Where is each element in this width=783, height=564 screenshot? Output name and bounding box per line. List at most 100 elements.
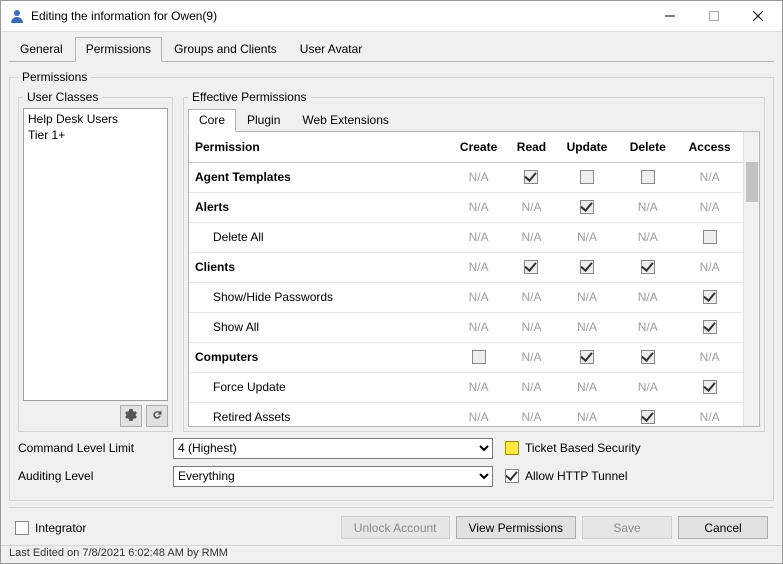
- table-row: ClientsN/AN/A: [189, 252, 743, 282]
- close-button[interactable]: [736, 2, 780, 30]
- cell-na: N/A: [676, 162, 743, 192]
- cell-na: N/A: [619, 282, 676, 312]
- cell-na: N/A: [508, 192, 555, 222]
- tab-general[interactable]: General: [9, 37, 74, 62]
- cell-na: N/A: [508, 402, 555, 426]
- cell-na: N/A: [676, 192, 743, 222]
- permission-label: Computers: [189, 342, 449, 372]
- permission-checkbox[interactable]: [703, 380, 717, 394]
- col-access: Access: [676, 132, 743, 162]
- view-permissions-button[interactable]: View Permissions: [456, 516, 576, 539]
- table-row: Agent TemplatesN/AN/A: [189, 162, 743, 192]
- cell-na: N/A: [555, 282, 619, 312]
- tab-permissions[interactable]: Permissions: [75, 37, 162, 62]
- list-item[interactable]: Tier 1+: [28, 127, 163, 143]
- bottom-form: Command Level Limit 4 (Highest) Ticket B…: [18, 436, 765, 492]
- cell-na: N/A: [508, 282, 555, 312]
- cell-na: N/A: [676, 342, 743, 372]
- cell-na: N/A: [555, 312, 619, 342]
- permission-checkbox[interactable]: [641, 260, 655, 274]
- tab-groups-clients[interactable]: Groups and Clients: [163, 37, 288, 62]
- permission-checkbox[interactable]: [524, 260, 538, 274]
- minimize-button[interactable]: [648, 2, 692, 30]
- permission-checkbox[interactable]: [703, 320, 717, 334]
- allow-http-label: Allow HTTP Tunnel: [525, 469, 628, 483]
- effective-permissions-group: Effective Permissions Core Plugin Web Ex…: [183, 90, 765, 432]
- cell-na: N/A: [619, 192, 676, 222]
- permission-checkbox[interactable]: [580, 200, 594, 214]
- scrollbar[interactable]: [743, 132, 759, 426]
- col-read: Read: [508, 132, 555, 162]
- table-row: Computers N/A N/A: [189, 342, 743, 372]
- col-delete: Delete: [619, 132, 676, 162]
- tab-user-avatar[interactable]: User Avatar: [289, 37, 373, 62]
- user-classes-group: User Classes Help Desk Users Tier 1+: [18, 90, 173, 432]
- allow-http-checkbox[interactable]: [505, 469, 519, 483]
- button-bar: Integrator Unlock Account View Permissio…: [9, 507, 774, 545]
- cell-na: N/A: [449, 312, 508, 342]
- status-text: Last Edited on 7/8/2021 6:02:48 AM by RM…: [9, 547, 228, 559]
- permissions-legend: Permissions: [18, 70, 91, 84]
- maximize-button: [692, 2, 736, 30]
- permission-checkbox[interactable]: [641, 410, 655, 424]
- app-icon: [9, 8, 25, 24]
- scroll-thumb[interactable]: [746, 162, 758, 202]
- command-level-select[interactable]: 4 (Highest): [173, 438, 493, 459]
- permission-checkbox[interactable]: [580, 260, 594, 274]
- permission-label: Agent Templates: [189, 162, 449, 192]
- cell-na: N/A: [449, 402, 508, 426]
- cell-na: N/A: [555, 402, 619, 426]
- col-update: Update: [555, 132, 619, 162]
- cell-na: N/A: [676, 402, 743, 426]
- gear-icon: [125, 409, 137, 424]
- cell-na: N/A: [555, 372, 619, 402]
- cell-na: N/A: [619, 222, 676, 252]
- col-permission: Permission: [189, 132, 449, 162]
- permission-checkbox[interactable]: [641, 350, 655, 364]
- permission-checkbox[interactable]: [472, 350, 486, 364]
- table-row: Show/Hide PasswordsN/AN/AN/AN/A: [189, 282, 743, 312]
- auditing-level-select[interactable]: Everything: [173, 466, 493, 487]
- permission-label: Show/Hide Passwords: [189, 282, 449, 312]
- col-create: Create: [449, 132, 508, 162]
- permission-label: Delete All: [189, 222, 449, 252]
- permission-label: Clients: [189, 252, 449, 282]
- permission-label: Force Update: [189, 372, 449, 402]
- refresh-button[interactable]: [146, 405, 168, 427]
- cell-na: N/A: [449, 252, 508, 282]
- cell-na: N/A: [619, 372, 676, 402]
- tab-plugin[interactable]: Plugin: [236, 109, 291, 132]
- table-row: Force UpdateN/AN/AN/AN/A: [189, 372, 743, 402]
- cell-na: N/A: [508, 222, 555, 252]
- cell-na: N/A: [508, 342, 555, 372]
- tab-core[interactable]: Core: [188, 109, 236, 132]
- permission-checkbox[interactable]: [580, 170, 594, 184]
- cell-na: N/A: [619, 312, 676, 342]
- cancel-button[interactable]: Cancel: [678, 516, 768, 539]
- permission-checkbox[interactable]: [580, 350, 594, 364]
- save-button: Save: [582, 516, 672, 539]
- cell-na: N/A: [555, 222, 619, 252]
- refresh-icon: [151, 409, 163, 424]
- cell-na: N/A: [449, 222, 508, 252]
- cell-na: N/A: [676, 252, 743, 282]
- effective-tabs: Core Plugin Web Extensions: [188, 108, 760, 132]
- cell-na: N/A: [508, 312, 555, 342]
- list-item[interactable]: Help Desk Users: [28, 111, 163, 127]
- permission-checkbox[interactable]: [524, 170, 538, 184]
- window-controls: [648, 2, 780, 30]
- cell-na: N/A: [449, 282, 508, 312]
- tab-web-extensions[interactable]: Web Extensions: [291, 109, 400, 132]
- user-classes-list[interactable]: Help Desk Users Tier 1+: [23, 108, 168, 401]
- permission-label: Retired Assets: [189, 402, 449, 426]
- permission-checkbox[interactable]: [703, 290, 717, 304]
- settings-button[interactable]: [120, 405, 142, 427]
- integrator-checkbox[interactable]: [15, 521, 29, 535]
- table-row: AlertsN/AN/AN/AN/A: [189, 192, 743, 222]
- permission-checkbox[interactable]: [641, 170, 655, 184]
- table-row: Retired AssetsN/AN/AN/AN/A: [189, 402, 743, 426]
- permission-checkbox[interactable]: [703, 230, 717, 244]
- cell-na: N/A: [508, 372, 555, 402]
- permission-label: Show All: [189, 312, 449, 342]
- table-row: Delete AllN/AN/AN/AN/A: [189, 222, 743, 252]
